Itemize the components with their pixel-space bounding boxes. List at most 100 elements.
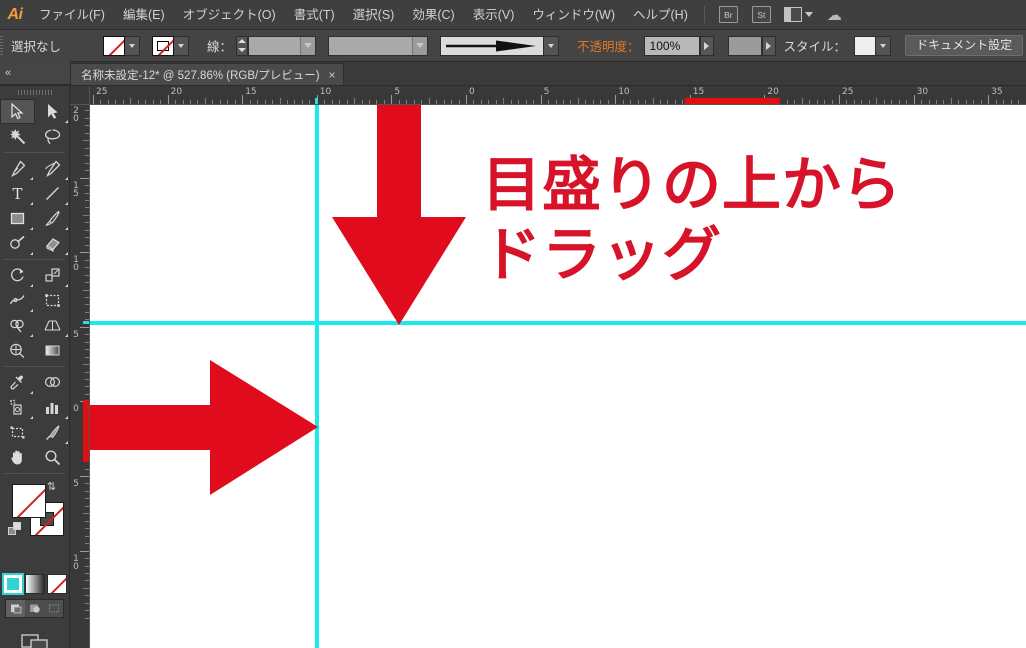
eyedropper-tool[interactable] [0, 370, 35, 395]
width-tool[interactable] [0, 288, 35, 313]
style-swatch[interactable] [854, 35, 877, 56]
gradient-tool[interactable] [35, 338, 70, 363]
stroke-weight-dropdown-button[interactable] [300, 36, 316, 55]
ruler-minor-tick [1018, 100, 1020, 104]
vertical-ruler[interactable]: 20 15 10 5 0 5 10 [70, 105, 90, 648]
brush-definition-control[interactable] [440, 35, 560, 56]
horizontal-ruler[interactable]: 25 20 15 10 5 0 5 10 15 20 25 30 35 [90, 86, 1026, 105]
stock-icon[interactable]: St [751, 6, 771, 23]
perspective-grid-tool[interactable] [35, 313, 70, 338]
flyout-corner-icon [65, 227, 68, 230]
ruler-corner[interactable] [70, 86, 90, 105]
tools-panel-grip[interactable] [0, 86, 69, 99]
lasso-tool[interactable] [35, 124, 70, 149]
shaper-tool[interactable] [0, 231, 35, 256]
style-flyout-button[interactable] [761, 35, 776, 56]
direct-selection-tool[interactable] [35, 99, 70, 124]
hand-tool[interactable] [0, 445, 35, 470]
creative-cloud-icon[interactable]: ☁ [827, 6, 842, 24]
rotate-tool[interactable] [0, 263, 35, 288]
stroke-profile-dropdown-button[interactable] [412, 36, 428, 55]
ruler-minor-tick [83, 364, 89, 366]
slice-knife-icon [46, 425, 60, 440]
flyout-corner-icon [65, 441, 68, 444]
opacity-input[interactable]: 100% [643, 35, 700, 56]
free-transform-tool[interactable] [35, 288, 70, 313]
draw-behind-mode-button[interactable] [25, 600, 44, 617]
draw-normal-mode-button[interactable] [6, 600, 25, 617]
shape-builder-tool[interactable] [0, 313, 35, 338]
gradient-mode-button[interactable] [24, 574, 45, 594]
none-mode-button[interactable] [46, 574, 67, 594]
screen-mode-button[interactable] [20, 632, 50, 648]
draw-inside-mode-button[interactable] [44, 600, 63, 617]
menu-edit[interactable]: 編集(E) [114, 0, 174, 30]
stroke-weight-stepper[interactable] [236, 35, 249, 56]
artboard-canvas[interactable]: 目盛りの上から ドラッグ [90, 105, 1026, 648]
opacity-control[interactable]: 100% [643, 35, 714, 56]
fill-dropdown-button[interactable] [125, 35, 141, 56]
swap-fill-stroke-icon[interactable]: ⇅ [47, 480, 56, 493]
document-tab[interactable]: 名称未設定-12* @ 527.86% (RGB/プレビュー) × [70, 63, 344, 85]
ruler-minor-tick [122, 100, 124, 104]
stroke-profile-input[interactable] [328, 35, 429, 56]
stroke-weight-control[interactable] [236, 35, 317, 56]
panel-collapse-button[interactable]: « [0, 61, 70, 85]
brush-definition-preview[interactable] [440, 35, 545, 56]
ruler-minor-tick [824, 100, 826, 104]
menu-help[interactable]: ヘルプ(H) [624, 0, 697, 30]
selection-tool[interactable] [0, 99, 35, 124]
default-fill-stroke-icon[interactable] [8, 522, 21, 535]
document-setup-button[interactable]: ドキュメント設定 [905, 35, 1024, 56]
type-tool[interactable]: T [0, 181, 35, 206]
pen-tool[interactable] [0, 156, 35, 181]
fill-control[interactable] [103, 35, 141, 56]
symbol-sprayer-tool[interactable] [0, 395, 35, 420]
scale-tool[interactable] [35, 263, 70, 288]
toolpanel-fill-swatch[interactable] [12, 484, 46, 518]
mesh-tool[interactable] [0, 338, 35, 363]
bridge-icon[interactable]: Br [718, 6, 738, 23]
stroke-color-control[interactable] [152, 35, 190, 56]
style-swatch-control[interactable] [854, 35, 892, 56]
menu-window[interactable]: ウィンドウ(W) [523, 0, 624, 30]
menu-effect[interactable]: 効果(C) [403, 0, 463, 30]
menu-divider [703, 6, 705, 23]
zoom-tool[interactable] [35, 445, 70, 470]
horizontal-guide[interactable] [90, 321, 1026, 325]
menu-file[interactable]: ファイル(F) [30, 0, 114, 30]
ruler-minor-tick [309, 100, 311, 104]
stroke-swatch[interactable] [152, 35, 175, 56]
menu-type[interactable]: 書式(T) [285, 0, 344, 30]
artboard-tool[interactable] [0, 420, 35, 445]
blend-tool[interactable] [35, 370, 70, 395]
opacity-flyout-button[interactable] [699, 35, 714, 56]
magic-wand-tool[interactable] [0, 124, 35, 149]
fill-swatch[interactable] [103, 35, 126, 56]
paintbrush-tool[interactable] [35, 206, 70, 231]
style-control[interactable] [727, 35, 776, 56]
style-dropdown-button[interactable] [876, 35, 892, 56]
style-preview[interactable] [727, 35, 762, 56]
brush-definition-dropdown-button[interactable] [544, 35, 560, 56]
menu-object[interactable]: オブジェクト(O) [174, 0, 285, 30]
stroke-dropdown-button[interactable] [174, 35, 190, 56]
stroke-weight-input[interactable] [248, 35, 317, 56]
eraser-tool[interactable] [35, 231, 70, 256]
curvature-tool[interactable] [35, 156, 70, 181]
ruler-minor-tick [85, 558, 89, 560]
menu-select[interactable]: 選択(S) [344, 0, 404, 30]
column-graph-tool[interactable] [35, 395, 70, 420]
ruler-minor-tick [585, 100, 587, 104]
arrange-documents-button[interactable] [783, 7, 813, 22]
flyout-corner-icon [65, 416, 68, 419]
rectangle-tool[interactable] [0, 206, 35, 231]
stroke-profile-control[interactable] [328, 35, 429, 56]
slice-tool[interactable] [35, 420, 70, 445]
color-mode-button[interactable] [1, 573, 24, 595]
ruler-label: 25 [842, 87, 854, 97]
menu-view[interactable]: 表示(V) [464, 0, 524, 30]
close-icon[interactable]: × [329, 69, 336, 81]
line-segment-tool[interactable] [35, 181, 70, 206]
ruler-minor-tick [555, 100, 557, 104]
